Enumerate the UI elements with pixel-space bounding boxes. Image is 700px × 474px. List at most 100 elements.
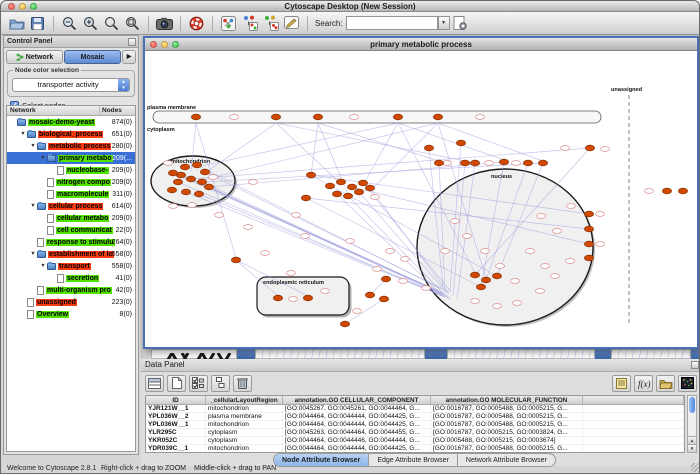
save-session-button[interactable] <box>27 13 48 33</box>
network-node[interactable] <box>470 272 479 278</box>
background-window-edge[interactable] <box>595 349 611 359</box>
attribute-table[interactable]: ID_cellularLayoutRegionannotation.GO CEL… <box>145 395 685 453</box>
snapshot-button[interactable] <box>154 13 175 33</box>
select-attributes-button[interactable] <box>145 375 164 392</box>
expand-arrow-icon[interactable]: ▼ <box>29 251 37 257</box>
tree-row-nitrogen-compo[interactable]: nitrogen compo209(0) <box>7 176 135 188</box>
help-button[interactable] <box>186 13 207 33</box>
layout-region-button[interactable] <box>260 13 281 33</box>
network-node[interactable] <box>180 164 189 170</box>
network-node[interactable] <box>173 179 182 185</box>
network-node[interactable] <box>538 160 547 166</box>
network-node[interactable] <box>585 145 594 151</box>
network-node[interactable] <box>584 255 593 261</box>
function-builder-button[interactable]: f(x) <box>634 375 653 392</box>
tab-mosaic[interactable]: Mosaic <box>64 50 121 64</box>
network-node[interactable] <box>340 321 349 327</box>
import-attributes-button[interactable] <box>656 375 675 392</box>
network-node[interactable] <box>200 169 209 175</box>
network-node[interactable] <box>393 114 402 120</box>
tree-row-metabolic-process[interactable]: ▼metabolic process280(0) <box>7 140 135 152</box>
delete-attribute-button[interactable] <box>233 375 252 392</box>
tree-row-macromolecule[interactable]: macromolecule311(0) <box>7 188 135 200</box>
tree-row-cellular-process[interactable]: ▼cellular process614(0) <box>7 200 135 212</box>
zoom-window-button[interactable] <box>30 3 37 10</box>
network-node[interactable] <box>354 189 363 195</box>
node-color-attribute-select[interactable]: transporter activity ▲▼ <box>12 78 130 92</box>
minimize-button[interactable] <box>161 41 168 48</box>
network-node[interactable] <box>433 114 442 120</box>
background-window-edge[interactable] <box>691 349 699 359</box>
network-node[interactable] <box>499 159 508 165</box>
tree-row-unassigned[interactable]: unassigned223(0) <box>7 296 135 308</box>
tree-row-secretion[interactable]: secretion41(0) <box>7 272 135 284</box>
network-node[interactable] <box>301 195 310 201</box>
column-header-id[interactable]: ID <box>146 396 206 404</box>
tree-column-network[interactable]: Network <box>7 106 99 115</box>
expand-arrow-icon[interactable]: ▼ <box>39 155 47 161</box>
search-input[interactable] <box>346 16 438 30</box>
resize-grip[interactable] <box>691 463 700 472</box>
zoom-selected-button[interactable] <box>101 13 122 33</box>
network-node[interactable] <box>381 276 390 282</box>
column-header-annotation-go-cellular-component[interactable]: annotation.GO CELLULAR_COMPONENT <box>283 396 431 404</box>
network-node[interactable] <box>343 193 352 199</box>
network-node[interactable] <box>191 114 200 120</box>
create-attribute-button[interactable] <box>167 375 186 392</box>
network-node[interactable] <box>306 172 315 178</box>
table-scrollbar[interactable]: ▲ ▼ <box>687 395 697 453</box>
tree-row-multi-organism-pro[interactable]: multi-organism pro42(0) <box>7 284 135 296</box>
table-row-ykr052c[interactable]: YKR052Ccytoplasm[GO:0044464, GO:0044446,… <box>146 437 684 445</box>
network-node[interactable] <box>523 160 532 166</box>
network-node[interactable] <box>584 241 593 247</box>
select-all-attributes-button[interactable] <box>189 375 208 392</box>
tree-column-nodes[interactable]: Nodes <box>99 106 135 115</box>
network-window-titlebar[interactable]: primary metabolic process <box>145 38 697 51</box>
zoom-out-button[interactable] <box>59 13 80 33</box>
network-node[interactable] <box>176 172 185 178</box>
network-node[interactable] <box>273 295 282 301</box>
network-node[interactable] <box>424 145 433 151</box>
table-row-ypl036w-1[interactable]: YPL036W__1mitochondrion[GO:0044464, GO:0… <box>146 421 684 429</box>
network-node[interactable] <box>460 160 469 166</box>
tree-row-cell-communicat[interactable]: cell communicat22(0) <box>7 224 135 236</box>
tab-network[interactable]: Network <box>6 50 63 64</box>
network-node[interactable] <box>303 295 312 301</box>
network-node[interactable] <box>204 184 213 190</box>
annotation-button[interactable] <box>281 13 302 33</box>
layout-nodes-button[interactable] <box>239 13 260 33</box>
scrollbar-thumb[interactable] <box>689 397 695 413</box>
table-row-ypl036w-2[interactable]: YPL036W__2plasma membrane[GO:0044464, GO… <box>146 413 684 421</box>
expand-arrow-icon[interactable]: ▼ <box>29 143 37 149</box>
unselect-all-attributes-button[interactable] <box>211 375 230 392</box>
network-node[interactable] <box>197 179 206 185</box>
tree-row-establishment-of-lo[interactable]: ▼establishment of lo558(0) <box>7 248 135 260</box>
table-row-yjr121w-1[interactable]: YJR121W__1mitochondrion[GO:0045267, GO:0… <box>146 405 684 413</box>
expand-arrow-icon[interactable]: ▼ <box>39 263 47 269</box>
tree-row-primary-metabo[interactable]: ▼primary metabo209(... <box>7 152 135 164</box>
network-node[interactable] <box>194 191 203 197</box>
minimize-button[interactable] <box>19 3 26 10</box>
network-node[interactable] <box>271 114 280 120</box>
tree-row-transport[interactable]: ▼transport558(0) <box>7 260 135 272</box>
background-window-thumbnail[interactable] <box>447 349 595 359</box>
network-canvas[interactable]: plasma membranecytoplasmmitochondrionnuc… <box>145 51 697 347</box>
vizmapper-button[interactable] <box>218 13 239 33</box>
network-node[interactable] <box>231 257 240 263</box>
network-node[interactable] <box>584 226 593 232</box>
close-button[interactable] <box>8 3 15 10</box>
network-node[interactable] <box>186 176 195 182</box>
network-node[interactable] <box>167 187 176 193</box>
network-node[interactable] <box>476 284 485 290</box>
network-node[interactable] <box>492 273 501 279</box>
open-session-button[interactable] <box>6 13 27 33</box>
network-node[interactable] <box>365 185 374 191</box>
search-dropdown-button[interactable]: ▼ <box>438 16 450 30</box>
attribute-editor-button[interactable] <box>612 375 631 392</box>
network-node[interactable] <box>332 191 341 197</box>
background-window-thumbnail[interactable] <box>611 349 691 359</box>
float-panel-icon[interactable] <box>128 38 136 46</box>
tab-overflow-arrow[interactable]: ▶ <box>122 50 136 64</box>
expand-arrow-icon[interactable]: ▼ <box>19 131 27 137</box>
tree-row-nucleobase[interactable]: nucleobase-209(0) <box>7 164 135 176</box>
